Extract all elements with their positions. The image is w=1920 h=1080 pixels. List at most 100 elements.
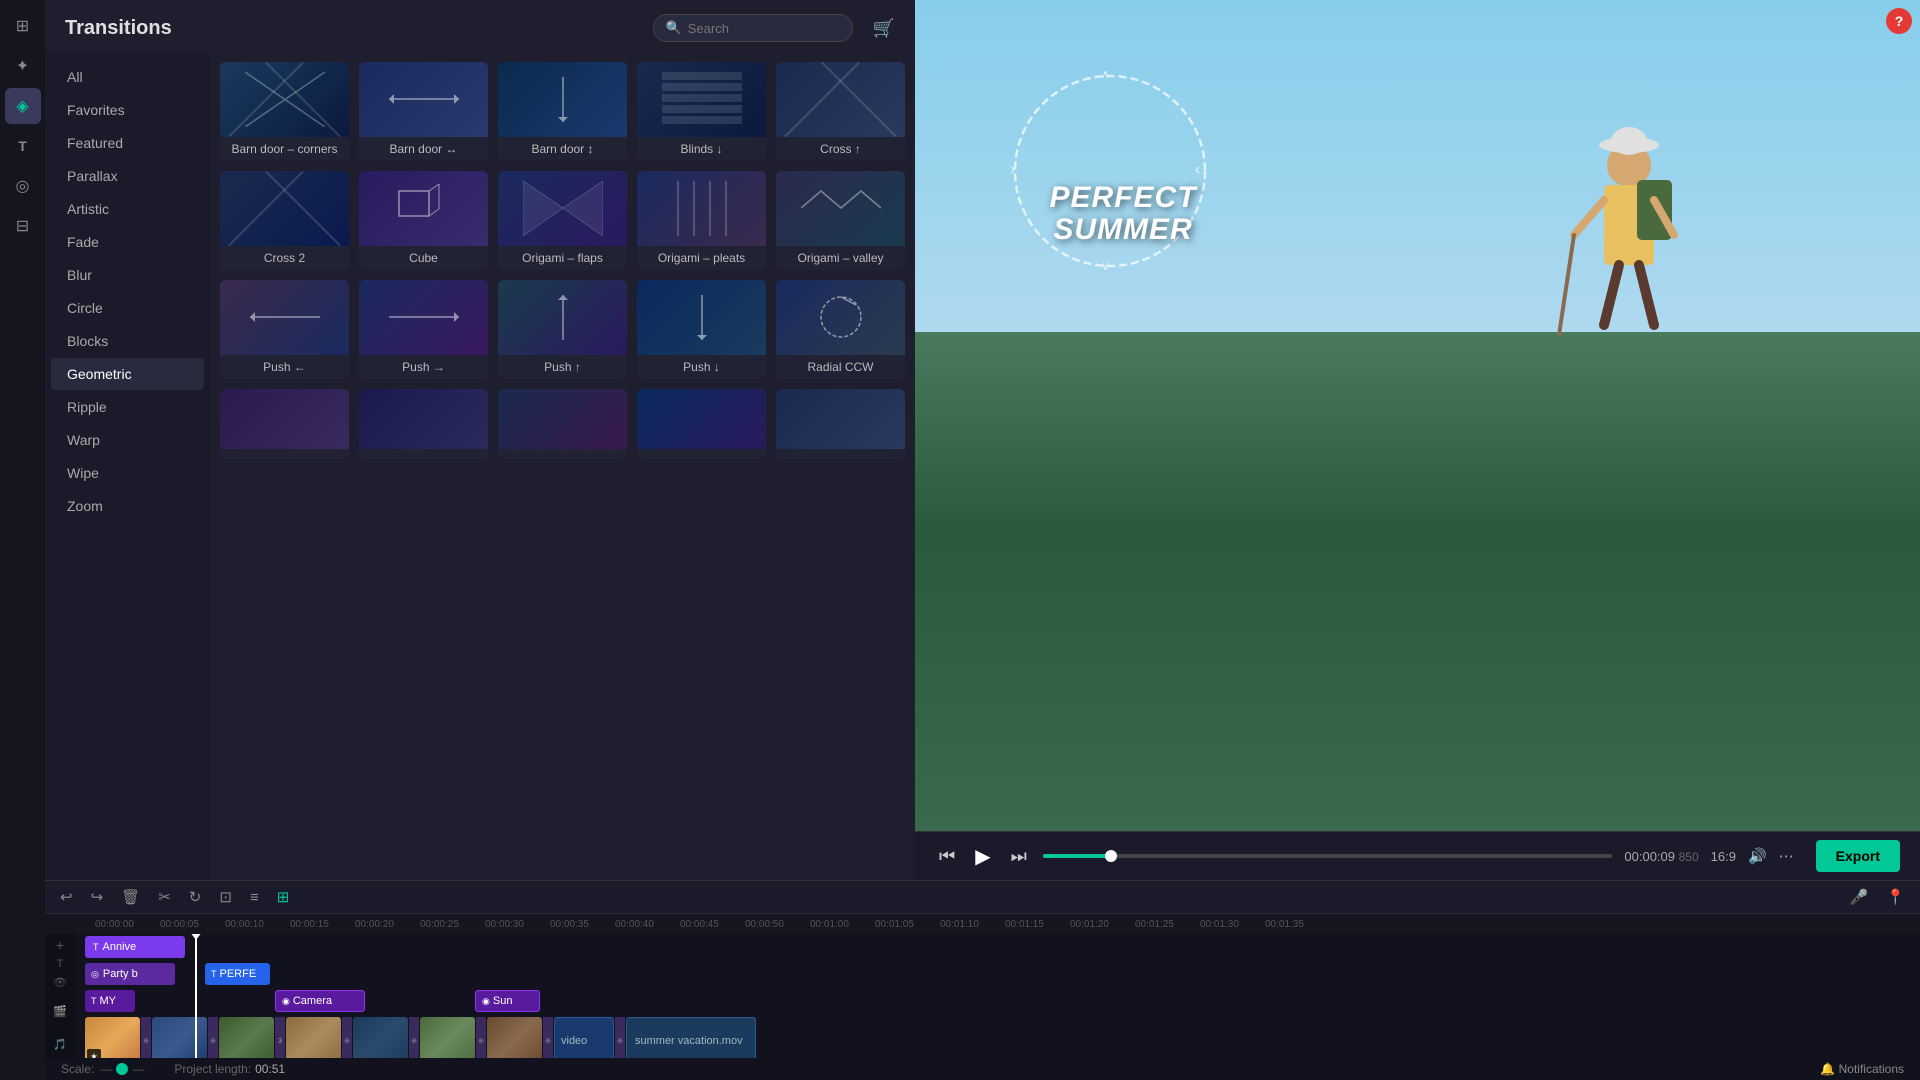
category-blocks[interactable]: Blocks	[51, 325, 204, 357]
transition-cross1[interactable]: Cross ↑	[776, 62, 905, 161]
transition-row4c5[interactable]	[776, 389, 905, 459]
transition-origami-valley[interactable]: Origami – valley	[776, 171, 905, 270]
more-options-icon[interactable]: ⋯	[1779, 847, 1794, 865]
sidebar-icon-magic[interactable]: ✦	[5, 48, 41, 84]
transition-origami-flaps[interactable]: Origami – flaps	[498, 171, 627, 270]
category-warp[interactable]: Warp	[51, 424, 204, 456]
transition-cube[interactable]: Cube	[359, 171, 488, 270]
zoom-button[interactable]: ⊡	[214, 885, 237, 909]
transition-push-left[interactable]: Push ←	[220, 280, 349, 379]
transition-7[interactable]: ⊕	[543, 1017, 553, 1058]
video-clip-6[interactable]	[420, 1017, 475, 1058]
transition-2[interactable]: ⊕	[208, 1017, 218, 1058]
loop-button[interactable]: ↻	[184, 885, 207, 909]
transition-blinds[interactable]: Blinds ↓	[637, 62, 766, 161]
track-control-add[interactable]: +	[56, 936, 64, 953]
clip-annive[interactable]: T Annive	[85, 936, 185, 958]
category-artistic[interactable]: Artistic	[51, 193, 204, 225]
redo-button[interactable]: ↪	[86, 885, 109, 909]
mic-button[interactable]: 🎤	[1845, 885, 1874, 909]
video-clip-3[interactable]	[219, 1017, 274, 1058]
transition-8[interactable]: ⊕	[615, 1017, 625, 1058]
category-parallax[interactable]: Parallax	[51, 160, 204, 192]
category-featured[interactable]: Featured	[51, 127, 204, 159]
track-control-audio[interactable]: 🎵	[53, 1032, 67, 1058]
track-control-lock[interactable]: T	[57, 955, 64, 972]
play-button[interactable]: ▶	[971, 842, 994, 871]
delete-button[interactable]: 🗑	[116, 885, 145, 909]
help-button[interactable]: ?	[1886, 8, 1912, 34]
sidebar-icon-globe[interactable]: ◎	[5, 168, 41, 204]
track-control-video[interactable]: 🎬	[53, 993, 67, 1029]
transition-row4c1[interactable]	[220, 389, 349, 459]
transition-origami-pleats[interactable]: Origami – pleats	[637, 171, 766, 270]
transition-3[interactable]: 3	[275, 1017, 285, 1058]
transition-5[interactable]: ⊕	[409, 1017, 419, 1058]
transition-1[interactable]: ⊕	[141, 1017, 151, 1058]
clip-sun[interactable]: ◉ Sun	[475, 990, 540, 1012]
progress-bar[interactable]	[1043, 854, 1613, 858]
transition-row4c3[interactable]	[498, 389, 627, 459]
category-ripple[interactable]: Ripple	[51, 391, 204, 423]
transition-push-down[interactable]: Push ↓	[637, 280, 766, 379]
sidebar-icon-text[interactable]: T	[5, 128, 41, 164]
clip-camera[interactable]: ◉ Camera	[275, 990, 365, 1012]
category-fade[interactable]: Fade	[51, 226, 204, 258]
progress-dot	[1105, 850, 1117, 862]
next-button[interactable]: ⏭	[1007, 844, 1031, 869]
transition-push-up[interactable]: Push ↑	[498, 280, 627, 379]
transition-label: Radial CCW	[776, 355, 905, 379]
cart-icon[interactable]: 🛒	[873, 18, 895, 39]
video-clip-7[interactable]	[487, 1017, 542, 1058]
scale-slider[interactable]: — —	[100, 1062, 144, 1076]
volume-icon[interactable]: 🔊	[1748, 847, 1767, 865]
undo-button[interactable]: ↩	[55, 885, 78, 909]
category-wipe[interactable]: Wipe	[51, 457, 204, 489]
clip-my[interactable]: T MY	[85, 990, 135, 1012]
video-clip-5[interactable]	[353, 1017, 408, 1058]
transition-row4c4[interactable]	[637, 389, 766, 459]
category-zoom[interactable]: Zoom	[51, 490, 204, 522]
prev-button[interactable]: ⏮	[935, 844, 959, 869]
settings-button[interactable]: ≡	[245, 886, 264, 909]
category-favorites[interactable]: Favorites	[51, 94, 204, 126]
search-input[interactable]	[688, 21, 828, 36]
sidebar-icon-effects[interactable]: ◈	[5, 88, 41, 124]
cut-button[interactable]: ✂	[153, 885, 176, 909]
transition-barn-corners[interactable]: Barn door – corners	[220, 62, 349, 161]
transition-label: Push →	[359, 355, 488, 379]
transition-6[interactable]: ⊕	[476, 1017, 486, 1058]
transition-barn-down[interactable]: Barn door ↕	[498, 62, 627, 161]
video-clip-4[interactable]	[286, 1017, 341, 1058]
ruler-marks: 00:00:00 00:00:05 00:00:10 00:00:15 00:0…	[95, 919, 1330, 930]
crop-button[interactable]: ⊞	[272, 885, 295, 909]
ruler-mark: 00:00:40	[615, 919, 680, 930]
sidebar-icon-apps[interactable]: ⊟	[5, 208, 41, 244]
clip-perfe[interactable]: T PERFE	[205, 963, 270, 985]
transition-radial[interactable]: Radial CCW	[776, 280, 905, 379]
timeline-scroll[interactable]: T Annive ◎ Party b T	[75, 934, 1920, 1058]
location-button[interactable]: 📍	[1881, 885, 1910, 909]
transition-label: Blinds ↓	[637, 137, 766, 161]
export-button[interactable]: Export	[1816, 840, 1900, 872]
category-circle[interactable]: Circle	[51, 292, 204, 324]
search-box[interactable]: 🔍	[653, 14, 853, 42]
clip-party-b[interactable]: ◎ Party b	[85, 963, 175, 985]
video-clip-2[interactable]: ★	[152, 1017, 207, 1058]
transition-barn-arrows[interactable]: Barn door ↔	[359, 62, 488, 161]
category-geometric[interactable]: Geometric	[51, 358, 204, 390]
sidebar-icon-grid[interactable]: ⊞	[5, 8, 41, 44]
transition-push-right[interactable]: Push →	[359, 280, 488, 379]
video-clip-named[interactable]: video	[554, 1017, 614, 1058]
category-all[interactable]: All	[51, 61, 204, 93]
ruler-mark: 00:00:35	[550, 919, 615, 930]
transition-row4c2[interactable]	[359, 389, 488, 459]
transition-4[interactable]: ⊕	[342, 1017, 352, 1058]
ruler-mark: 00:01:25	[1135, 919, 1200, 930]
transition-cross2[interactable]: Cross 2	[220, 171, 349, 270]
left-sidebar: ⊞ ✦ ◈ T ◎ ⊟	[0, 0, 45, 1080]
category-blur[interactable]: Blur	[51, 259, 204, 291]
notifications-button[interactable]: 🔔 Notifications	[1820, 1062, 1904, 1076]
video-clip-summer[interactable]: summer vacation.mov	[626, 1017, 756, 1058]
track-control-eye[interactable]: 👁	[53, 974, 67, 991]
